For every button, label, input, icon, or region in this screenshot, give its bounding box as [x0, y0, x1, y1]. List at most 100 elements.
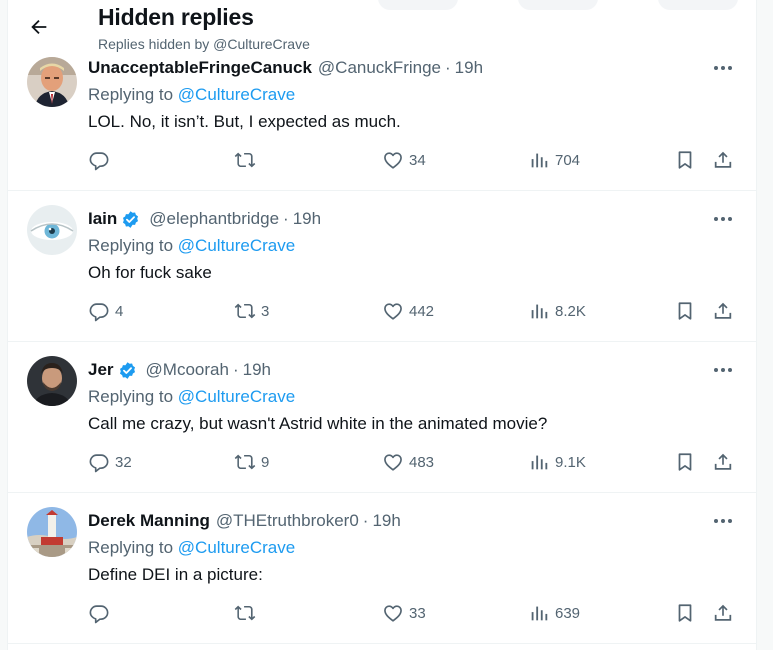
share-button[interactable] [712, 448, 734, 476]
tweet-text: Oh for fuck sake [88, 263, 212, 282]
more-dots-icon [714, 368, 732, 372]
bookmark-button[interactable] [674, 599, 696, 627]
retweet-count: 3 [261, 302, 270, 320]
separator-dot: · [445, 58, 451, 77]
reply-button[interactable] [88, 146, 115, 174]
reply-tweet[interactable]: UnacceptableFringeCanuck @CanuckFringe ·… [8, 40, 756, 191]
retweet-icon [234, 454, 256, 470]
like-count: 33 [409, 604, 426, 622]
timestamp[interactable]: 19h [293, 209, 321, 229]
reply-tweet[interactable]: Derek Manning @THEtruthbroker0 · 19h Rep… [8, 493, 756, 644]
bookmark-button[interactable] [674, 297, 696, 325]
replying-to-link[interactable]: @CultureCrave [178, 387, 295, 406]
separator-dot: · [232, 360, 239, 379]
avatar[interactable] [27, 356, 77, 406]
eye-avatar-image [27, 205, 77, 255]
page-subtitle: Replies hidden by @CultureCrave [98, 36, 310, 52]
view-count: 9.1K [555, 453, 586, 471]
more-options-button[interactable] [712, 511, 734, 531]
timeline-column: Hidden replies Replies hidden by @Cultur… [7, 0, 757, 650]
views-chart-icon [531, 304, 548, 319]
tweet-actions: 34 704 [88, 146, 748, 174]
more-dots-icon [714, 217, 732, 221]
replying-to-label: Replying to [88, 538, 174, 557]
user-handle[interactable]: @CanuckFringe [318, 58, 441, 78]
tweet-text: Define DEI in a picture: [88, 565, 263, 584]
more-options-button[interactable] [712, 360, 734, 380]
like-button[interactable]: 34 [382, 146, 426, 174]
display-name[interactable]: Jer [88, 360, 114, 380]
share-button[interactable] [712, 146, 734, 174]
display-name[interactable]: Derek Manning [88, 511, 210, 531]
header-shadow-shape [378, 0, 458, 10]
like-button[interactable]: 33 [382, 599, 426, 627]
portrait-avatar-image [27, 57, 77, 107]
tweet-actions: 33 639 [88, 599, 748, 627]
bookmark-button[interactable] [674, 448, 696, 476]
user-handle[interactable]: @elephantbridge [149, 209, 279, 229]
reply-tweet[interactable]: Iain @elephantbridge · 19h Replying to @… [8, 191, 756, 342]
header-shadow-shape [518, 0, 598, 10]
page-title: Hidden replies [98, 4, 254, 30]
share-button[interactable] [712, 599, 734, 627]
reply-icon [89, 605, 109, 624]
retweet-button[interactable]: 9 [234, 448, 269, 476]
display-name[interactable]: UnacceptableFringeCanuck [88, 58, 312, 78]
views-chart-icon [531, 455, 548, 470]
reply-button[interactable]: 4 [88, 297, 123, 325]
retweet-button[interactable]: 3 [234, 297, 269, 325]
like-button[interactable]: 483 [382, 448, 434, 476]
retweet-button[interactable] [234, 599, 261, 627]
views-button[interactable]: 8.2K [528, 297, 586, 325]
replying-to-link[interactable]: @CultureCrave [178, 538, 295, 557]
avatar[interactable] [27, 205, 77, 255]
user-handle[interactable]: @THEtruthbroker0 [216, 511, 359, 531]
display-name[interactable]: Iain [88, 209, 117, 229]
reply-icon [89, 152, 109, 171]
verified-badge-icon [123, 210, 139, 228]
bookmark-button[interactable] [674, 146, 696, 174]
retweet-icon [234, 303, 256, 319]
reply-tweet[interactable]: Jer @Mcoorah · 19h Replying to @CultureC… [8, 342, 756, 493]
avatar[interactable] [27, 507, 77, 557]
tweet-header: Iain @elephantbridge · 19h [88, 209, 321, 229]
replying-to-label: Replying to [88, 236, 174, 255]
heart-icon [384, 303, 402, 320]
user-handle[interactable]: @Mcoorah [146, 360, 229, 380]
retweet-button[interactable] [234, 146, 261, 174]
share-button[interactable] [712, 297, 734, 325]
page-header: Hidden replies Replies hidden by @Cultur… [8, 0, 756, 56]
tweet-actions: 4 3 442 8.2K [88, 297, 748, 325]
landmark-avatar-image [27, 507, 77, 557]
view-count: 704 [555, 151, 581, 169]
bookmark-icon [678, 604, 692, 622]
replying-to-label: Replying to [88, 85, 174, 104]
timestamp[interactable]: 19h [243, 360, 271, 380]
retweet-icon [234, 605, 256, 621]
more-dots-icon [714, 66, 732, 70]
views-button[interactable]: 9.1K [528, 448, 586, 476]
share-icon [714, 302, 732, 319]
tweet-actions: 32 9 483 9.1K [88, 448, 748, 476]
views-button[interactable]: 704 [528, 146, 580, 174]
more-options-button[interactable] [712, 58, 734, 78]
retweet-count: 9 [261, 453, 270, 471]
separator-dot: · [283, 209, 289, 228]
like-count: 442 [409, 302, 435, 320]
avatar[interactable] [27, 57, 77, 107]
more-options-button[interactable] [712, 209, 734, 229]
timestamp[interactable]: 19h [455, 58, 483, 78]
portrait-avatar-image [27, 356, 77, 406]
reply-button[interactable] [88, 599, 115, 627]
tweet-text: LOL. No, it isn’t. But, I expected as mu… [88, 112, 401, 131]
views-button[interactable]: 639 [528, 599, 580, 627]
replying-to-label: Replying to [88, 387, 174, 406]
replying-to-line: Replying to @CultureCrave [88, 236, 295, 256]
replying-to-link[interactable]: @CultureCrave [178, 236, 295, 255]
like-button[interactable]: 442 [382, 297, 434, 325]
replying-to-link[interactable]: @CultureCrave [178, 85, 295, 104]
reply-count: 32 [115, 453, 132, 471]
timestamp[interactable]: 19h [372, 511, 400, 531]
back-arrow-button[interactable] [26, 14, 52, 40]
reply-button[interactable]: 32 [88, 448, 132, 476]
